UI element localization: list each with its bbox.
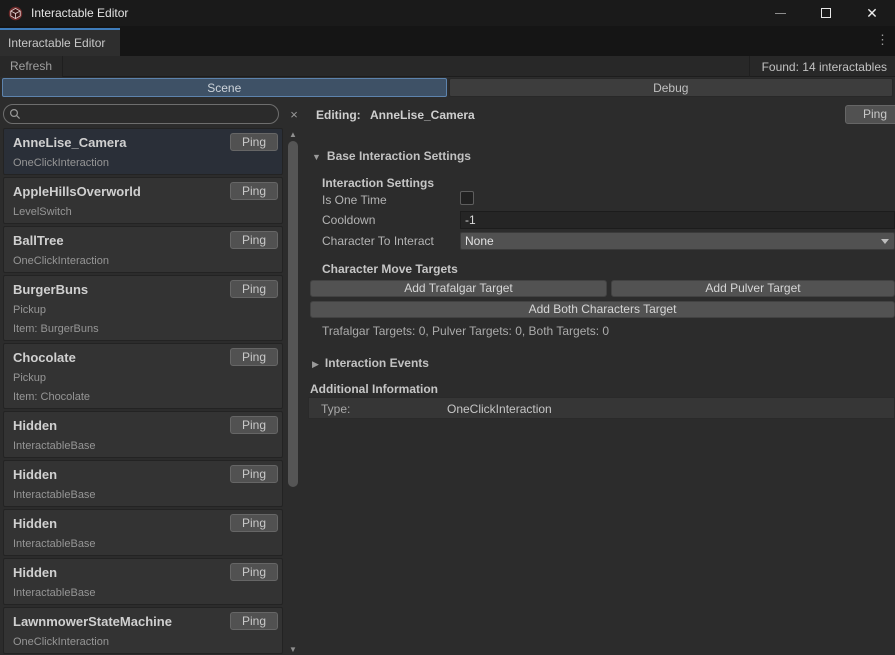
item-subtitle: InteractableBase xyxy=(13,489,274,502)
move-targets-header: Character Move Targets xyxy=(322,260,895,278)
search-input[interactable] xyxy=(3,104,279,124)
is-one-time-checkbox[interactable] xyxy=(460,191,474,205)
item-ping-button[interactable]: Ping xyxy=(230,280,278,298)
add-both-row: Add Both Characters Target xyxy=(306,301,895,318)
interaction-settings-header: Interaction Settings xyxy=(322,174,895,192)
interactable-editor-window: Interactable Editor ✕ Interactable Edito… xyxy=(0,0,895,655)
minimize-button[interactable] xyxy=(757,0,803,26)
search-clear-button[interactable]: × xyxy=(285,105,303,123)
base-settings-foldout[interactable]: ▼ Base Interaction Settings xyxy=(312,147,895,165)
editing-value: AnneLise_Camera xyxy=(370,108,475,122)
list-item[interactable]: BallTreePingOneClickInteraction xyxy=(3,226,283,273)
kebab-menu-icon[interactable]: ⋮ xyxy=(876,33,889,46)
refresh-button[interactable]: Refresh xyxy=(0,56,63,77)
maximize-icon xyxy=(821,8,831,18)
close-button[interactable]: ✕ xyxy=(849,0,895,26)
item-subtitle: LevelSwitch xyxy=(13,206,274,219)
item-subtitle: OneClickInteraction xyxy=(13,255,274,268)
list-item[interactable]: HiddenPingInteractableBase xyxy=(3,411,283,458)
tab-interactable-editor[interactable]: Interactable Editor xyxy=(0,28,120,56)
found-count-label: Found: 14 interactables xyxy=(749,56,895,77)
foldout-open-triangle-icon: ▼ xyxy=(312,152,321,162)
editor-tabbar: Interactable Editor ⋮ xyxy=(0,26,895,56)
inspector-panel: Editing: AnneLise_Camera Ping ▼ Base Inte… xyxy=(306,97,895,655)
scrollbar-thumb[interactable] xyxy=(288,141,298,487)
list-item[interactable]: HiddenPingInteractableBase xyxy=(3,509,283,556)
targets-summary-row: Trafalgar Targets: 0, Pulver Targets: 0,… xyxy=(322,322,895,340)
search-icon xyxy=(9,108,21,120)
item-ping-button[interactable]: Ping xyxy=(230,563,278,581)
item-ping-button[interactable]: Ping xyxy=(230,612,278,630)
chevron-down-icon xyxy=(881,239,889,244)
scroll-down-button[interactable]: ▼ xyxy=(286,643,300,655)
character-to-interact-label: Character To Interact xyxy=(322,234,434,248)
add-target-buttons-row: Add Trafalgar Target Add Pulver Target xyxy=(306,280,895,297)
item-ping-button[interactable]: Ping xyxy=(230,348,278,366)
item-subtitle: Pickup xyxy=(13,304,274,317)
add-trafalgar-button[interactable]: Add Trafalgar Target xyxy=(310,280,607,297)
toolbar: Refresh Found: 14 interactables xyxy=(0,56,895,77)
is-one-time-label: Is One Time xyxy=(322,193,387,207)
list-item[interactable]: BurgerBunsPingPickupItem: BurgerBuns xyxy=(3,275,283,341)
additional-information-header: Additional Information xyxy=(310,380,895,398)
minimize-icon xyxy=(775,13,786,14)
item-ping-button[interactable]: Ping xyxy=(230,231,278,249)
list-item[interactable]: LawnmowerStateMachinePingOneClickInterac… xyxy=(3,607,283,654)
item-subtitle: OneClickInteraction xyxy=(13,636,274,649)
item-subtitle: InteractableBase xyxy=(13,538,274,551)
interaction-events-label: Interaction Events xyxy=(325,356,429,370)
item-ping-button[interactable]: Ping xyxy=(230,182,278,200)
app-cube-icon xyxy=(8,6,23,21)
interactable-list: AnneLise_CameraPingOneClickInteractionAp… xyxy=(0,128,284,655)
interaction-events-foldout[interactable]: ▶ Interaction Events xyxy=(312,354,895,372)
editing-header-row: Editing: AnneLise_Camera Ping xyxy=(306,108,895,127)
tab-scene[interactable]: Scene xyxy=(2,78,447,97)
list-item[interactable]: AnneLise_CameraPingOneClickInteraction xyxy=(3,128,283,175)
maximize-button[interactable] xyxy=(803,0,849,26)
scene-list-panel: × AnneLise_CameraPingOneClickInteraction… xyxy=(0,97,306,655)
item-subtitle: InteractableBase xyxy=(13,440,274,453)
add-both-characters-button[interactable]: Add Both Characters Target xyxy=(310,301,895,318)
list-item[interactable]: HiddenPingInteractableBase xyxy=(3,558,283,605)
add-pulver-button[interactable]: Add Pulver Target xyxy=(611,280,895,297)
editor-tab-label: Interactable Editor xyxy=(8,36,105,50)
window-title: Interactable Editor xyxy=(31,6,128,20)
item-ping-button[interactable]: Ping xyxy=(230,133,278,151)
list-item[interactable]: AppleHillsOverworldPingLevelSwitch xyxy=(3,177,283,224)
inspector-ping-button[interactable]: Ping xyxy=(845,105,895,124)
item-ping-button[interactable]: Ping xyxy=(230,465,278,483)
item-subtitle: InteractableBase xyxy=(13,587,274,600)
character-to-interact-dropdown[interactable]: None xyxy=(460,232,895,250)
base-settings-foldout-label: Base Interaction Settings xyxy=(327,149,471,163)
item-ping-button[interactable]: Ping xyxy=(230,514,278,532)
item-subtitle: Pickup xyxy=(13,372,274,385)
titlebar: Interactable Editor ✕ xyxy=(0,0,895,26)
dropdown-value: None xyxy=(465,234,494,248)
type-value: OneClickInteraction xyxy=(447,402,552,416)
view-tabs: Scene Debug xyxy=(0,78,895,97)
type-label: Type: xyxy=(321,402,350,416)
cooldown-field[interactable]: -1 xyxy=(460,211,895,229)
item-subtitle: Item: BurgerBuns xyxy=(13,323,274,336)
list-scrollbar[interactable]: ▲ ▼ xyxy=(286,128,300,655)
list-item[interactable]: HiddenPingInteractableBase xyxy=(3,460,283,507)
tab-debug[interactable]: Debug xyxy=(449,78,894,97)
item-subtitle: OneClickInteraction xyxy=(13,157,274,170)
search-row: × xyxy=(0,104,306,125)
type-info-row: Type: OneClickInteraction xyxy=(308,397,895,419)
close-icon: ✕ xyxy=(866,6,878,20)
editing-label: Editing: xyxy=(316,108,361,122)
item-ping-button[interactable]: Ping xyxy=(230,416,278,434)
scroll-up-button[interactable]: ▲ xyxy=(286,128,300,140)
targets-summary: Trafalgar Targets: 0, Pulver Targets: 0,… xyxy=(322,324,609,338)
cooldown-label: Cooldown xyxy=(322,213,375,227)
foldout-closed-triangle-icon: ▶ xyxy=(312,359,319,369)
list-item[interactable]: ChocolatePingPickupItem: Chocolate xyxy=(3,343,283,409)
item-subtitle: Item: Chocolate xyxy=(13,391,274,404)
